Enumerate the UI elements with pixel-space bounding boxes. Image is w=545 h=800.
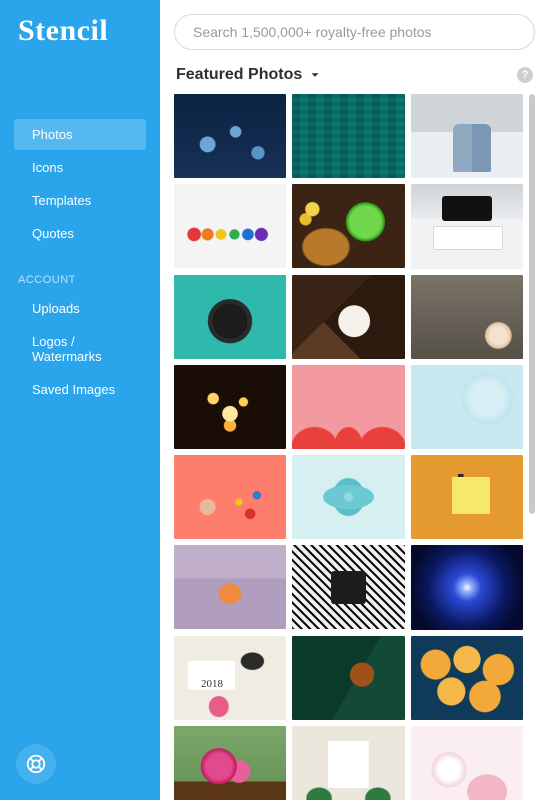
brand-logo: Stencil — [0, 14, 160, 58]
featured-photos-dropdown[interactable]: Featured Photos — [176, 66, 322, 84]
photo-thumb[interactable] — [411, 184, 523, 268]
photo-thumb[interactable] — [174, 275, 286, 359]
scrollbar-vertical[interactable] — [529, 94, 535, 514]
photo-thumb[interactable] — [292, 455, 404, 539]
photo-thumb[interactable] — [292, 636, 404, 720]
content-title: Featured Photos — [176, 66, 302, 84]
help-icon[interactable]: ? — [517, 67, 533, 83]
photo-thumb[interactable] — [174, 636, 286, 720]
photo-thumb[interactable] — [411, 275, 523, 359]
lifebuoy-icon — [25, 753, 47, 775]
sidebar-item-label: Logos / Watermarks — [32, 334, 102, 364]
content-header: Featured Photos ? — [176, 66, 533, 84]
photo-thumb[interactable] — [292, 275, 404, 359]
sidebar-item-saved-images[interactable]: Saved Images — [14, 374, 146, 405]
sidebar-item-templates[interactable]: Templates — [14, 185, 146, 216]
photo-thumb[interactable] — [174, 184, 286, 268]
photo-thumb[interactable] — [174, 365, 286, 449]
photo-thumb[interactable] — [174, 545, 286, 629]
chevron-down-icon — [308, 68, 322, 82]
sidebar-item-label: Photos — [32, 127, 72, 142]
primary-nav: Photos Icons Templates Quotes ACCOUNT Up… — [0, 118, 160, 406]
sidebar-item-label: Templates — [32, 193, 91, 208]
photo-thumb[interactable] — [292, 726, 404, 800]
photo-thumb[interactable] — [174, 94, 286, 178]
photo-thumb[interactable] — [292, 184, 404, 268]
support-button[interactable] — [16, 744, 56, 784]
search-input[interactable] — [174, 14, 535, 50]
sidebar-item-photos[interactable]: Photos — [14, 119, 146, 150]
photo-thumb[interactable] — [411, 726, 523, 800]
photo-thumb[interactable] — [411, 636, 523, 720]
photo-thumb[interactable] — [292, 545, 404, 629]
sidebar: Stencil Photos Icons Templates Quotes AC… — [0, 0, 160, 800]
sidebar-item-label: Quotes — [32, 226, 74, 241]
photo-thumb[interactable] — [411, 94, 523, 178]
photo-thumb[interactable] — [411, 455, 523, 539]
sidebar-item-icons[interactable]: Icons — [14, 152, 146, 183]
photo-thumb[interactable] — [411, 365, 523, 449]
main-panel: Featured Photos ? — [160, 0, 545, 800]
photo-thumb[interactable] — [292, 365, 404, 449]
sidebar-item-logos-watermarks[interactable]: Logos / Watermarks — [14, 326, 146, 372]
photo-thumb[interactable] — [292, 94, 404, 178]
photo-grid — [174, 94, 535, 800]
photo-thumb[interactable] — [174, 455, 286, 539]
sidebar-section-account: ACCOUNT — [0, 256, 160, 292]
sidebar-item-label: Icons — [32, 160, 63, 175]
sidebar-item-label: Saved Images — [32, 382, 115, 397]
sidebar-item-label: Uploads — [32, 301, 80, 316]
sidebar-item-quotes[interactable]: Quotes — [14, 218, 146, 249]
sidebar-item-uploads[interactable]: Uploads — [14, 293, 146, 324]
photo-scroll-area — [174, 94, 535, 800]
photo-thumb[interactable] — [174, 726, 286, 800]
photo-thumb[interactable] — [411, 545, 523, 629]
